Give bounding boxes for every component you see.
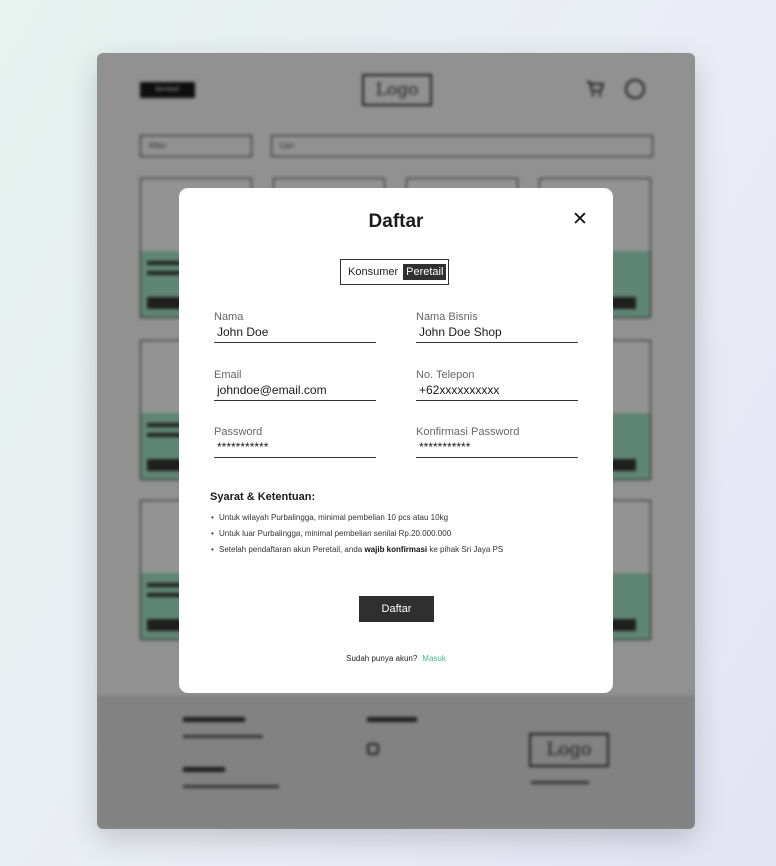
toggle-peretail[interactable]: Peretail (403, 264, 447, 280)
close-icon[interactable]: ✕ (569, 208, 591, 230)
terms-item: Untuk wilayah Purbalingga, minimal pembe… (210, 510, 600, 526)
nama-input[interactable] (214, 323, 376, 343)
konfirmasi-password-field-group: Konfirmasi Password (416, 426, 578, 458)
email-label: Email (214, 369, 242, 381)
terms-section: Syarat & Ketentuan: Untuk wilayah Purbal… (210, 491, 600, 558)
terms-item-bold: wajib konfirmasi (364, 545, 428, 554)
konfirmasi-password-label: Konfirmasi Password (416, 426, 520, 438)
terms-item: Untuk luar Purbalingga, minimal pembelia… (210, 526, 600, 542)
modal-title: Daftar (368, 211, 424, 232)
toggle-konsumer[interactable]: Konsumer (345, 264, 401, 280)
nama-bisnis-label: Nama Bisnis (416, 311, 478, 323)
terms-list: Untuk wilayah Purbalingga, minimal pembe… (210, 510, 600, 558)
terms-item: Setelah pendaftaran akun Peretail, anda … (210, 542, 600, 558)
nama-label: Nama (214, 311, 244, 323)
email-field-group: Email (214, 369, 376, 401)
terms-item-text: Setelah pendaftaran akun Peretail, anda (219, 545, 365, 554)
terms-title: Syarat & Ketentuan: (210, 491, 316, 503)
login-prompt-row: Sudah punya akun? Masuk (179, 654, 613, 663)
telepon-input[interactable] (416, 381, 578, 401)
password-label: Password (214, 426, 263, 438)
terms-item-text-end: ke pihak Sri Jaya PS (427, 545, 504, 554)
telepon-field-group: No. Telepon (416, 369, 578, 401)
login-prompt: Sudah punya akun? (346, 654, 418, 663)
password-input[interactable] (214, 438, 376, 458)
nama-field-group: Nama (214, 311, 376, 343)
nama-bisnis-input[interactable] (416, 323, 578, 343)
nama-bisnis-field-group: Nama Bisnis (416, 311, 578, 343)
account-type-toggle: Konsumer Peretail (340, 259, 450, 285)
konfirmasi-password-input[interactable] (416, 438, 578, 458)
register-modal: Daftar ✕ Konsumer Peretail Nama Nama Bis… (179, 188, 613, 693)
telepon-label: No. Telepon (416, 369, 475, 381)
daftar-button[interactable]: Daftar (359, 596, 434, 622)
password-field-group: Password (214, 426, 376, 458)
masuk-link[interactable]: Masuk (422, 654, 446, 663)
email-input[interactable] (214, 381, 376, 401)
